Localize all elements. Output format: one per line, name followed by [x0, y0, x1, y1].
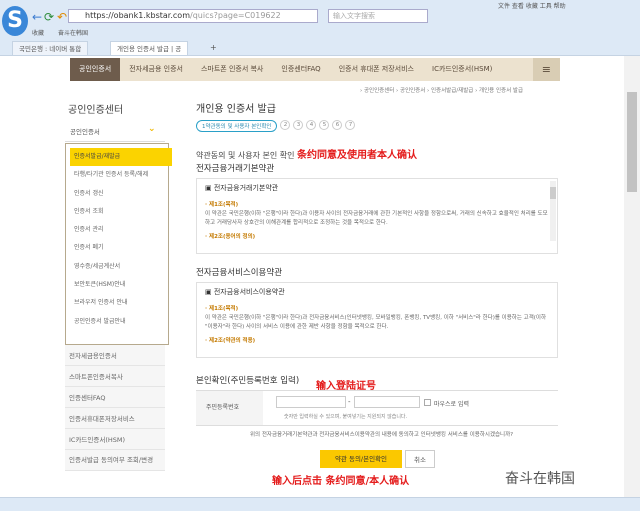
terms1-box-title: ▣ 전자금융거래기본약관 — [205, 184, 279, 192]
sidebar-item[interactable]: 브라우저 인증서 안내 — [66, 294, 168, 312]
nav-cert[interactable]: 공인인증서 — [70, 58, 121, 81]
sidebar-item[interactable]: 인증서휴대폰저장서비스 — [65, 408, 165, 429]
sidebar-item[interactable]: 인증서 갱신 — [66, 185, 168, 203]
sidebar-item[interactable]: 영수증/세금계산서 — [66, 258, 168, 276]
sidebar-item[interactable]: 인증서발급 동의여부 조회/변경 — [65, 450, 165, 471]
sidebar-item[interactable]: 스마트폰인증서복사 — [65, 366, 165, 387]
scrollbar[interactable] — [550, 181, 556, 241]
article: · 제2조(약관의 적용) — [205, 338, 256, 344]
bookmark-fendou[interactable]: 奋斗在韩国 — [58, 28, 88, 37]
id-label: 주민등록번호 — [196, 391, 263, 425]
agree-question: 위의 전자금융거래기본약관과 전자금융서비스이용약관의 내용에 동의하고 인터넷… — [250, 432, 514, 438]
id-title: 본인확인(주민등록번호 입력) — [196, 376, 300, 386]
bookmark-favorites[interactable]: 收藏 — [32, 28, 44, 37]
chevron-down-icon[interactable]: ⌄ — [148, 124, 156, 134]
sidebar-lower: 전자세금용인증서 스마트폰인증서복사 인증센터FAQ 인증서휴대폰저장서비스 I… — [65, 345, 165, 471]
watermark-logo: 奋斗在韩国 — [505, 471, 575, 487]
sidebar-item[interactable]: 전자세금용인증서 — [65, 345, 165, 366]
id-back-input[interactable] — [354, 396, 420, 408]
browser-chrome: S ← ⟳ ↶ https://obank1.kbstar.com/quics?… — [0, 0, 640, 56]
refresh-icon[interactable]: ⟳ — [44, 10, 54, 24]
nav-tax-cert[interactable]: 전자세금용 인증서 — [120, 58, 192, 81]
article: · 제1조(목적) — [205, 202, 239, 208]
id-row: 주민등록번호 - 마우스로 입력 숫자만 입력하실 수 있으며, 붙여넣기는 지… — [196, 390, 558, 426]
nav-phone-save[interactable]: 인증서 휴대폰 저장서비스 — [330, 58, 423, 81]
agree-confirm-button[interactable]: 약관 동의/본인확인 — [320, 450, 402, 468]
back-icon[interactable]: ← — [32, 10, 42, 24]
menu-icon[interactable]: ≡ — [532, 58, 560, 81]
page-title: 개인용 인증서 발급 — [196, 104, 276, 115]
new-tab-button[interactable]: + — [210, 43, 217, 52]
step: 6 — [332, 120, 343, 130]
step: 7 — [345, 120, 356, 130]
browser-menu[interactable]: 文件 查看 收藏 工具 帮助 — [498, 1, 566, 10]
nav-faq[interactable]: 인증센터FAQ — [272, 58, 329, 81]
sidebar-submenu: 인증서발급/재발급 타행/타기관 인증서 등록/해제 인증서 갱신 인증서 조회… — [65, 143, 172, 345]
step: 3 — [293, 120, 304, 130]
sidebar-item[interactable]: 공인인증서 발급안내 — [66, 313, 168, 331]
cancel-button[interactable]: 취소 — [405, 450, 435, 468]
terms2-box[interactable]: ▣ 전자금융서비스이용약관 · 제1조(목적) 이 약관은 국민은행(이하 "은… — [196, 282, 558, 358]
address-bar[interactable]: https://obank1.kbstar.com/quics?page=C01… — [68, 9, 318, 23]
sidebar-item[interactable]: 인증서 관리 — [66, 221, 168, 239]
section-heading: 약관동의 및 사용자 본인 확인 条约同意及使用者本人确认 — [196, 146, 417, 161]
breadcrumb: › 공인인증센터 › 공인인증서 › 인증서발급/재발급 › 개인용 인증서 발… — [360, 88, 524, 94]
search-input[interactable]: 输入文字搜索 — [328, 9, 428, 23]
terms2-box-title: ▣ 전자금융서비스이용약관 — [205, 288, 285, 296]
top-nav: 공인인증서 전자세금용 인증서 스마트폰 인증서 복사 인증센터FAQ 인증서 … — [70, 58, 560, 81]
sidebar-item[interactable]: 인증센터FAQ — [65, 387, 165, 408]
sidebar-item[interactable]: 인증서 조회 — [66, 203, 168, 221]
step-1: 1약관동의 및 사용자 본인확인 — [196, 120, 278, 132]
heading-text: 약관동의 및 사용자 본인 확인 — [196, 151, 295, 160]
step: 5 — [319, 120, 330, 130]
sidebar-item[interactable]: 보안토큰(HSM)안내 — [66, 276, 168, 294]
tab-kb[interactable]: 개인용 인증서 발급 | 공 — [110, 41, 189, 55]
tab-naver[interactable]: 국민은행 : 네이버 통합 — [12, 41, 89, 55]
nav-phone-copy[interactable]: 스마트폰 인증서 복사 — [192, 58, 272, 81]
sidebar-item-issue[interactable]: 인증서발급/재발급 — [70, 148, 172, 167]
status-bar — [0, 497, 640, 511]
terms1-title: 전자금융거래기본약관 — [196, 164, 275, 174]
sidebar-title: 공인인증센터 — [68, 105, 124, 116]
url-path: /quics?page=C019622 — [190, 11, 281, 20]
article: · 제2조(용어의 정의) — [205, 234, 256, 240]
step-indicator: 1약관동의 및 사용자 본인확인 2 3 4 5 6 7 — [196, 120, 356, 132]
mouse-input-label: 마우스로 입력 — [434, 401, 470, 408]
url-host: https://obank1.kbstar.com — [85, 11, 190, 20]
step: 4 — [306, 120, 317, 130]
mouse-input-checkbox[interactable] — [424, 399, 431, 406]
id-hint: 숫자만 입력하실 수 있으며, 붙여넣기는 지원되지 않습니다. — [284, 414, 408, 420]
sidebar-item[interactable]: IC카드인증서(HSM) — [65, 429, 165, 450]
id-dash: - — [348, 398, 351, 406]
undo-icon[interactable]: ↶ — [57, 10, 67, 24]
sidebar-item[interactable]: 인증서 폐기 — [66, 239, 168, 257]
sidebar-item[interactable]: 타행/타기관 인증서 등록/해제 — [66, 166, 168, 184]
article-text: 이 약관은 국민은행(이하 "은행"이라 한다)과 이용자 사이의 전자금융거래… — [205, 211, 548, 226]
id-front-input[interactable] — [276, 396, 346, 408]
terms1-box[interactable]: ▣ 전자금융거래기본약관 · 제1조(목적) 이 약관은 국민은행(이하 "은행… — [196, 178, 558, 254]
annotation-note: 条约同意及使用者本人确认 — [297, 150, 418, 161]
bottom-annotation: 输入后点击 条约同意/本人确认 — [272, 476, 410, 487]
article: · 제1조(목적) — [205, 306, 239, 312]
terms2-title: 전자금융서비스이용약관 — [196, 268, 283, 278]
page-scrollbar[interactable] — [624, 56, 640, 497]
step: 2 — [280, 120, 291, 130]
nav-hsm[interactable]: IC카드인증서(HSM) — [423, 58, 501, 81]
browser-logo: S — [2, 6, 28, 36]
article-text: 이 약관은 국민은행(이하 "은행"이라 한다)과 전자금융서비스(인터넷뱅킹,… — [205, 315, 547, 330]
